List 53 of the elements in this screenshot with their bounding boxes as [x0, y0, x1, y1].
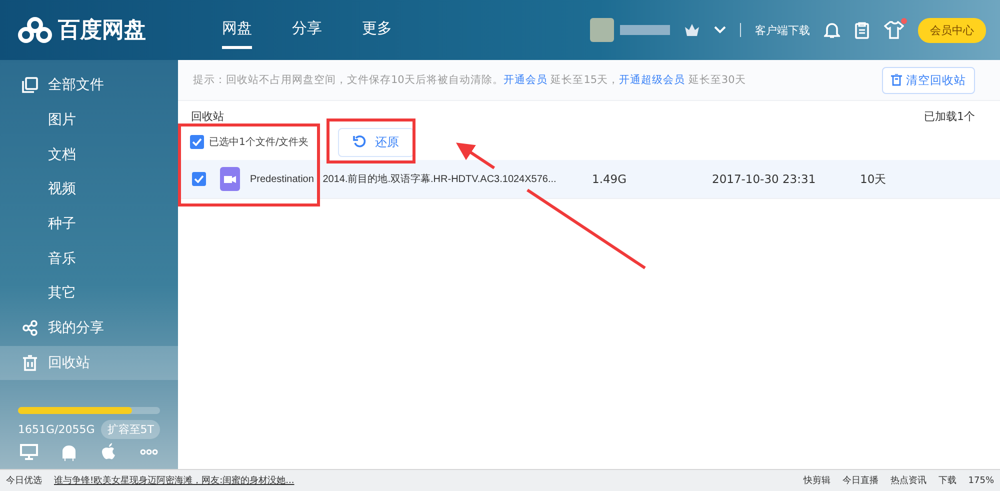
cloud-logo-icon	[18, 16, 52, 44]
storage-usage: 1651G/2055G	[18, 423, 95, 436]
loaded-count: 已加载1个	[924, 109, 975, 124]
crown-icon	[684, 23, 700, 37]
restore-button[interactable]: 还原	[338, 128, 414, 156]
sidebar-subitem[interactable]: 其它	[0, 276, 178, 311]
bell-icon[interactable]	[824, 21, 840, 39]
trash-icon	[22, 354, 38, 371]
notice-link[interactable]: 开通会员	[503, 74, 548, 86]
blurred-username	[620, 25, 670, 35]
status-item[interactable]: 今日直播	[842, 474, 878, 487]
trash-icon	[891, 74, 902, 86]
file-row[interactable]: Predestination 2014.前目的地.双语字幕.HR-HDTV.AC3.1024X576... 1.49G 2017-10-30 23:31 10天	[178, 160, 1000, 199]
notice-text: 提示：回收站不占用网盘空间，文件保存10天后将被自动清除。开通会员 延长至15天，开通超级会员 延长至30天	[193, 73, 746, 87]
status-item[interactable]: 快剪辑	[803, 474, 830, 487]
logo-text: 百度网盘	[58, 16, 146, 45]
client-download-link[interactable]: 客户端下载	[755, 22, 810, 38]
shirt-icon[interactable]	[884, 21, 904, 39]
row-checkbox[interactable]	[192, 172, 206, 186]
sidebar-subitem[interactable]: 文档	[0, 137, 178, 172]
nav-tab[interactable]: 网盘	[222, 11, 252, 49]
chevron-down-icon[interactable]	[714, 26, 726, 34]
monitor-icon[interactable]	[20, 444, 38, 460]
more-icon[interactable]	[140, 449, 158, 455]
sidebar-item[interactable]: 我的分享	[0, 310, 178, 346]
news-headline-link[interactable]: 谁与争锋!欧美女星现身迈阿密海滩，网友:闺蜜的身材没她...	[54, 474, 294, 487]
notice-link[interactable]: 开通超级会员	[619, 74, 686, 86]
file-name: Predestination 2014.前目的地.双语字幕.HR-HDTV.AC3.1024X576...	[250, 172, 558, 186]
sidebar-item[interactable]: 全部文件	[0, 68, 178, 103]
deleted-date: 2017-10-30 23:31	[712, 172, 817, 186]
file-size: 1.49G	[592, 172, 628, 186]
nav-tab[interactable]: 分享	[292, 11, 322, 49]
breadcrumb: 回收站	[191, 109, 224, 124]
days-remaining: 10天	[860, 172, 887, 186]
share-icon	[22, 320, 38, 336]
sidebar-subitem[interactable]: 音乐	[0, 241, 178, 276]
zoom-level[interactable]: 175%	[968, 476, 994, 486]
nav-tab[interactable]: 更多	[362, 11, 392, 49]
selection-count: 已选中1个文件/文件夹	[209, 136, 310, 149]
sidebar-subitem[interactable]: 种子	[0, 206, 178, 242]
empty-trash-button[interactable]: 清空回收站	[882, 66, 975, 94]
apple-icon[interactable]	[100, 443, 117, 461]
video-file-icon	[220, 167, 240, 191]
sidebar-subitem[interactable]: 视频	[0, 172, 178, 207]
select-all-checkbox[interactable]	[190, 135, 204, 149]
sidebar-subitem[interactable]: 图片	[0, 102, 178, 138]
status-text[interactable]: 今日优选	[6, 474, 42, 487]
status-item[interactable]: 热点资讯	[890, 474, 926, 487]
undo-icon	[353, 135, 367, 149]
clipboard-icon[interactable]	[854, 21, 870, 39]
vip-center-button[interactable]: 会员中心	[918, 18, 986, 42]
download-status[interactable]: 下载	[938, 474, 956, 487]
files-icon	[22, 77, 38, 94]
